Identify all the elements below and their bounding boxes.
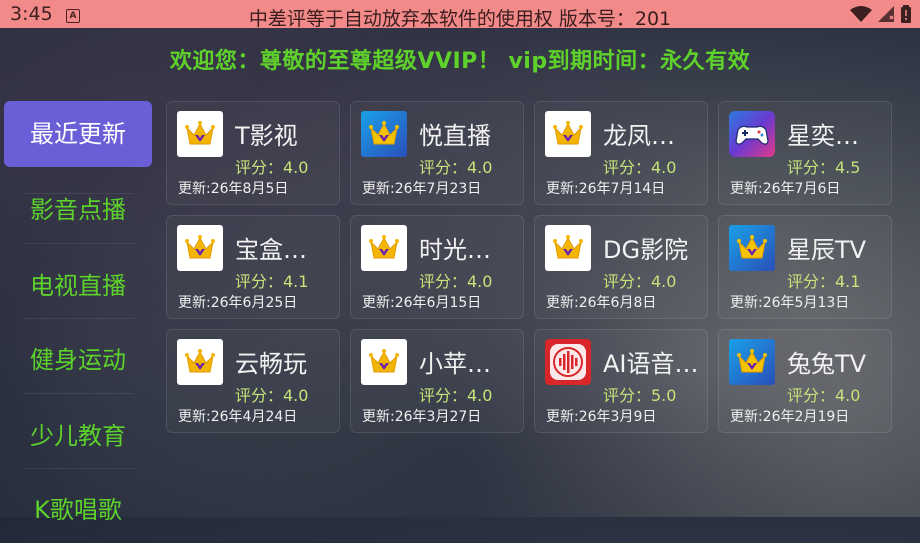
app-name: 宝盒… [235,236,307,264]
app-score: 评分：4.0 [235,158,309,177]
app-name: 悦直播 [419,122,491,150]
sidebar-divider [24,318,134,319]
status-bar: 3:45 A 中差评等于自动放弃本软件的使用权 版本号：201 [0,0,920,30]
signal-icon [877,6,894,22]
app-score: 评分：4.0 [419,158,493,177]
app-score: 评分：4.0 [603,158,677,177]
app-card[interactable]: DG影院评分：4.0 更新:26年6月8日 [534,215,708,319]
app-card[interactable]: 时光… 评分：4.0 更新:26年6月15日 [350,215,524,319]
crown-icon [177,339,223,385]
app-update-date: 更新:26年4月24日 [178,409,298,425]
crown-icon [361,225,407,271]
app-score: 评分：4.0 [419,386,493,405]
sidebar-item-recent[interactable]: 最近更新 [4,101,152,167]
sidebar-divider [24,243,134,244]
battery-icon [901,5,911,23]
app-score: 评分：4.0 [787,386,861,405]
sidebar-divider [24,393,134,394]
app-score: 评分：4.1 [235,272,309,291]
app-score: 评分：4.1 [787,272,861,291]
app-score: 评分：4.0 [235,386,309,405]
sidebar-item-kids[interactable]: 少儿教育 [4,403,152,469]
app-card[interactable]: 悦直播评分：4.0 更新:26年7月23日 [350,101,524,205]
status-icons [849,5,912,23]
wifi-icon [849,6,872,22]
app-name: AI语音… [603,350,699,378]
app-name: 云畅玩 [235,350,307,378]
crown-icon [545,111,591,157]
app-name: 星奕… [787,122,859,150]
app-update-date: 更新:26年7月14日 [546,181,666,197]
app-update-date: 更新:26年6月8日 [546,295,657,311]
welcome-banner: 欢迎您：尊敬的至尊超级VVIP！ vip到期时间：永久有效 [169,49,751,74]
app-score: 评分：4.5 [787,158,861,177]
app-update-date: 更新:26年6月15日 [362,295,482,311]
app-update-date: 更新:26年2月19日 [730,409,850,425]
crown-icon [177,225,223,271]
app-card[interactable]: 兔兔TV 评分：4.0 更新:26年2月19日 [718,329,892,433]
sidebar-item-karaoke[interactable]: K歌唱歌 [4,477,152,543]
app-card[interactable]: 云畅玩评分：4.0 更新:26年4月24日 [166,329,340,433]
app-name: 龙凤… [603,122,675,150]
app-name: 星辰TV [787,236,867,264]
app-card[interactable]: AI语音… 评分：5.0 更新:26年3月9日 [534,329,708,433]
app-name: DG影院 [603,236,689,264]
app-score: 评分：4.0 [603,272,677,291]
status-title: 中差评等于自动放弃本软件的使用权 版本号：201 [248,8,672,30]
app-update-date: 更新:26年7月23日 [362,181,482,197]
crown-icon [177,111,223,157]
app-score: 评分：4.0 [419,272,493,291]
sidebar-divider [24,468,134,469]
crown-icon [361,339,407,385]
app-name: 时光… [419,236,491,264]
app-update-date: 更新:26年6月25日 [178,295,298,311]
crown-icon [545,225,591,271]
app-name: T影视 [235,122,298,150]
ai-voice-icon [545,339,591,385]
app-card[interactable]: 星奕… 评分：4.5 更新:26年7月6日 [718,101,892,205]
sidebar-item-tv-live[interactable]: 电视直播 [4,253,152,319]
app-score: 评分：5.0 [603,386,677,405]
app-name: 小苹… [419,350,491,378]
gamepad-icon [729,111,775,157]
app-card[interactable]: 宝盒… 评分：4.1 更新:26年6月25日 [166,215,340,319]
crown-icon [729,225,775,271]
app-card[interactable]: 龙凤… 评分：4.0 更新:26年7月14日 [534,101,708,205]
app-card[interactable]: 小苹… 评分：4.0 更新:26年3月27日 [350,329,524,433]
sidebar-item-video[interactable]: 影音点播 [4,177,152,243]
crown-icon [729,339,775,385]
app-update-date: 更新:26年8月5日 [178,181,289,197]
app-update-date: 更新:26年3月27日 [362,409,482,425]
app-name: 兔兔TV [787,350,867,378]
app-card[interactable]: T影视评分：4.0 更新:26年8月5日 [166,101,340,205]
sidebar-item-fitness[interactable]: 健身运动 [4,327,152,393]
crown-icon [361,111,407,157]
app-update-date: 更新:26年3月9日 [546,409,657,425]
app-update-date: 更新:26年5月13日 [730,295,850,311]
app-update-date: 更新:26年7月6日 [730,181,841,197]
app-card[interactable]: 星辰TV 评分：4.1 更新:26年5月13日 [718,215,892,319]
